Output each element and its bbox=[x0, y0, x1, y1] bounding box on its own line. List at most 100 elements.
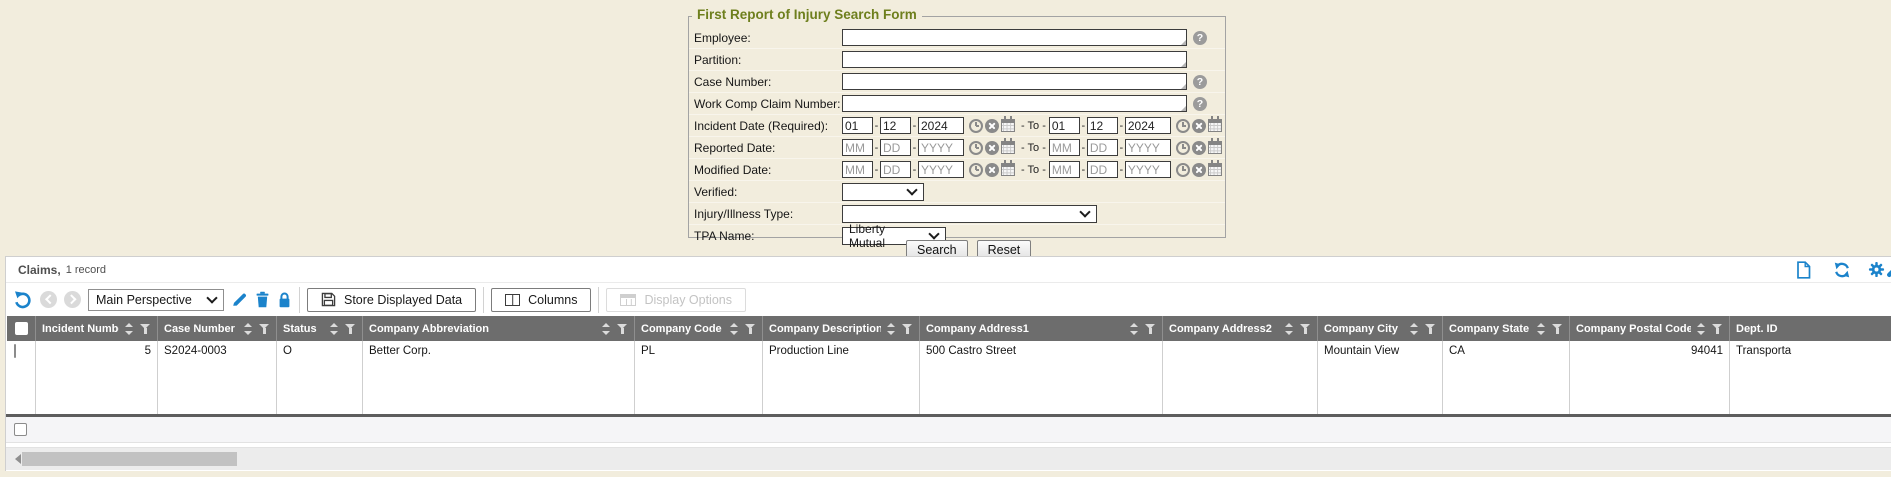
sort-icon[interactable] bbox=[602, 323, 611, 335]
column-header-status[interactable]: Status bbox=[276, 316, 362, 341]
perspective-select[interactable]: Main Perspective bbox=[88, 289, 224, 311]
calendar-icon[interactable] bbox=[1208, 141, 1222, 154]
incident-from-month-input[interactable] bbox=[842, 117, 873, 134]
filter-icon[interactable] bbox=[745, 323, 756, 335]
reported-from-year-input[interactable] bbox=[918, 139, 964, 156]
reported-from-day-input[interactable] bbox=[880, 139, 911, 156]
modified-to-day-input[interactable] bbox=[1087, 161, 1118, 178]
filter-icon[interactable] bbox=[1145, 323, 1156, 335]
clear-date-icon[interactable] bbox=[985, 119, 999, 133]
work-comp-claim-number-input[interactable] bbox=[842, 95, 1187, 112]
clear-date-icon[interactable] bbox=[1192, 141, 1206, 155]
column-header-company-postal-code[interactable]: Company Postal Code bbox=[1569, 316, 1729, 341]
footer-checkbox[interactable] bbox=[14, 423, 27, 436]
calendar-icon[interactable] bbox=[1208, 119, 1222, 132]
table-row[interactable]: 5 S2024-0003 O Better Corp. PL Productio… bbox=[7, 341, 1891, 414]
date-icons bbox=[1176, 163, 1222, 177]
undo-icon[interactable] bbox=[13, 290, 33, 309]
row-checkbox[interactable] bbox=[14, 344, 16, 358]
clock-icon[interactable] bbox=[969, 119, 983, 133]
clock-icon[interactable] bbox=[1176, 141, 1190, 155]
filter-icon[interactable] bbox=[259, 323, 270, 335]
incident-from-year-input[interactable] bbox=[918, 117, 964, 134]
column-header-company-state[interactable]: Company State bbox=[1442, 316, 1569, 341]
filter-icon[interactable] bbox=[345, 323, 356, 335]
column-header-company-address1[interactable]: Company Address1 bbox=[919, 316, 1162, 341]
store-displayed-data-button[interactable]: Store Displayed Data bbox=[307, 288, 476, 312]
partition-input[interactable] bbox=[842, 51, 1187, 68]
column-header-company-abbreviation[interactable]: Company Abbreviation bbox=[362, 316, 634, 341]
help-icon[interactable]: ? bbox=[1193, 97, 1207, 111]
column-header-company-code[interactable]: Company Code bbox=[634, 316, 762, 341]
modified-to-year-input[interactable] bbox=[1125, 161, 1171, 178]
filter-icon[interactable] bbox=[902, 323, 913, 335]
clear-date-icon[interactable] bbox=[985, 141, 999, 155]
filter-icon[interactable] bbox=[140, 323, 151, 335]
refresh-icon[interactable] bbox=[1833, 261, 1851, 279]
incident-to-month-input[interactable] bbox=[1049, 117, 1080, 134]
sort-icon[interactable] bbox=[1285, 323, 1294, 335]
horizontal-scrollbar[interactable] bbox=[6, 447, 1891, 470]
sort-icon[interactable] bbox=[1130, 323, 1139, 335]
injury-illness-type-select[interactable] bbox=[842, 205, 1097, 223]
clock-icon[interactable] bbox=[1176, 163, 1190, 177]
calendar-icon[interactable] bbox=[1001, 163, 1015, 176]
calendar-icon[interactable] bbox=[1208, 163, 1222, 176]
modified-from-year-input[interactable] bbox=[918, 161, 964, 178]
filter-icon[interactable] bbox=[1552, 323, 1563, 335]
filter-icon[interactable] bbox=[1300, 323, 1311, 335]
column-header-case-number[interactable]: Case Number bbox=[157, 316, 276, 341]
clock-icon[interactable] bbox=[969, 141, 983, 155]
employee-input[interactable] bbox=[842, 29, 1187, 46]
sort-icon[interactable] bbox=[1537, 323, 1546, 335]
clock-icon[interactable] bbox=[1176, 119, 1190, 133]
clock-icon[interactable] bbox=[969, 163, 983, 177]
clear-date-icon[interactable] bbox=[1192, 163, 1206, 177]
columns-button[interactable]: Columns bbox=[491, 288, 591, 312]
history-back-icon[interactable] bbox=[40, 291, 57, 308]
settings-gear-icon[interactable] bbox=[1868, 261, 1885, 278]
verified-select[interactable] bbox=[842, 183, 924, 201]
case-number-input[interactable] bbox=[842, 73, 1187, 90]
trash-icon[interactable] bbox=[255, 291, 270, 308]
reported-to-year-input[interactable] bbox=[1125, 139, 1171, 156]
sort-icon[interactable] bbox=[1410, 323, 1419, 335]
column-header-company-address2[interactable]: Company Address2 bbox=[1162, 316, 1317, 341]
sort-icon[interactable] bbox=[330, 323, 339, 335]
modified-from-month-input[interactable] bbox=[842, 161, 873, 178]
clear-date-icon[interactable] bbox=[1192, 119, 1206, 133]
reported-to-month-input[interactable] bbox=[1049, 139, 1080, 156]
sort-icon[interactable] bbox=[730, 323, 739, 335]
sort-icon[interactable] bbox=[887, 323, 896, 335]
column-header-company-city[interactable]: Company City bbox=[1317, 316, 1442, 341]
help-icon[interactable]: ? bbox=[1193, 31, 1207, 45]
sort-icon[interactable] bbox=[1697, 323, 1706, 335]
calendar-icon[interactable] bbox=[1001, 141, 1015, 154]
calendar-icon[interactable] bbox=[1001, 119, 1015, 132]
new-document-icon[interactable] bbox=[1796, 261, 1811, 279]
scroll-left-arrow-icon[interactable] bbox=[15, 454, 21, 464]
column-header-dept-id[interactable]: Dept. ID bbox=[1729, 316, 1891, 341]
history-forward-icon[interactable] bbox=[64, 291, 81, 308]
help-icon[interactable]: ? bbox=[1193, 75, 1207, 89]
modified-from-day-input[interactable] bbox=[880, 161, 911, 178]
reported-to-day-input[interactable] bbox=[1087, 139, 1118, 156]
incident-to-day-input[interactable] bbox=[1087, 117, 1118, 134]
select-all-checkbox[interactable] bbox=[15, 322, 28, 335]
wrench-icon[interactable] bbox=[1886, 261, 1891, 279]
column-header-company-description[interactable]: Company Description bbox=[762, 316, 919, 341]
filter-icon[interactable] bbox=[617, 323, 628, 335]
sort-icon[interactable] bbox=[125, 323, 134, 335]
clear-date-icon[interactable] bbox=[985, 163, 999, 177]
sort-icon[interactable] bbox=[244, 323, 253, 335]
column-header-incident-number[interactable]: Incident Number bbox=[35, 316, 157, 341]
incident-from-day-input[interactable] bbox=[880, 117, 911, 134]
edit-pencil-icon[interactable] bbox=[231, 291, 248, 308]
scrollbar-thumb[interactable] bbox=[22, 452, 237, 466]
lock-icon[interactable] bbox=[277, 291, 292, 308]
filter-icon[interactable] bbox=[1712, 323, 1723, 335]
modified-to-month-input[interactable] bbox=[1049, 161, 1080, 178]
filter-icon[interactable] bbox=[1425, 323, 1436, 335]
reported-from-month-input[interactable] bbox=[842, 139, 873, 156]
incident-to-year-input[interactable] bbox=[1125, 117, 1171, 134]
